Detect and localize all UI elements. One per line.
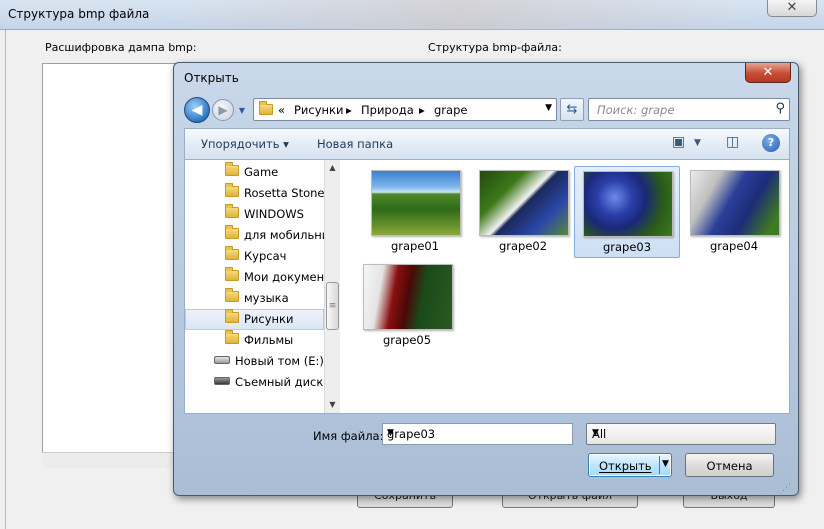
folder-icon xyxy=(225,162,239,176)
tree-item[interactable]: Фильмы xyxy=(185,330,324,351)
file-type-select[interactable]: All ▼ xyxy=(586,423,776,445)
breadcrumb-nature[interactable]: Природа xyxy=(361,103,414,117)
tree-item[interactable]: Rosetta Stone xyxy=(185,183,324,204)
cancel-button-label: Отмена xyxy=(706,459,753,473)
background-close-button[interactable]: ✕ xyxy=(767,0,817,17)
background-title-bar: Структура bmp файла ✕ xyxy=(0,0,824,30)
file-name: grape02 xyxy=(498,239,548,253)
filename-input[interactable]: grape03 ▼ xyxy=(382,423,573,445)
tree-item[interactable]: Мои документ xyxy=(185,267,324,288)
file-item[interactable]: grape04 xyxy=(682,166,788,258)
removable-drive-icon xyxy=(214,377,230,385)
address-dropdown-icon[interactable]: ▼ xyxy=(545,103,552,113)
filename-dropdown-icon[interactable]: ▼ xyxy=(387,428,568,438)
cancel-button[interactable]: Отмена xyxy=(685,453,774,477)
file-item[interactable]: grape02 xyxy=(471,166,577,258)
tree-item[interactable]: Съемный диск ( xyxy=(185,372,324,393)
file-type-dropdown-icon[interactable]: ▼ xyxy=(592,428,770,438)
new-folder-button[interactable]: Новая папка xyxy=(317,137,393,151)
tree-item-selected[interactable]: Рисунки xyxy=(185,309,324,330)
dump-horizontal-scrollbar[interactable] xyxy=(42,452,182,468)
navigation-pane: Game Rosetta Stone WINDOWS для мобильни … xyxy=(185,160,340,413)
image-thumbnail xyxy=(479,170,569,236)
breadcrumb-grape[interactable]: grape xyxy=(434,103,467,117)
file-item[interactable]: grape05 xyxy=(355,260,461,352)
title-bar-reflection xyxy=(160,0,760,30)
open-dropdown-icon[interactable]: ▼ xyxy=(662,459,669,469)
tree-scrollbar[interactable]: ▲ ≡ ▼ xyxy=(324,160,340,413)
help-icon[interactable]: ? xyxy=(762,134,780,152)
split-divider xyxy=(659,456,660,474)
folder-icon xyxy=(225,246,239,260)
file-name: grape04 xyxy=(709,239,759,253)
file-name: grape05 xyxy=(382,333,432,347)
tree-item[interactable]: Курсач xyxy=(185,246,324,267)
folder-icon xyxy=(225,204,239,218)
folder-icon xyxy=(225,330,239,344)
image-thumbnail xyxy=(690,170,780,236)
image-thumbnail xyxy=(583,171,673,237)
scroll-down-icon[interactable]: ▼ xyxy=(325,397,340,413)
scroll-up-icon[interactable]: ▲ xyxy=(325,160,340,176)
file-name: grape01 xyxy=(390,239,440,253)
open-button[interactable]: Открыть ▼ xyxy=(588,453,672,477)
breadcrumb-pictures[interactable]: Рисунки xyxy=(294,103,343,117)
dialog-title: Открыть xyxy=(184,71,239,85)
view-dropdown-icon[interactable]: ▼ xyxy=(694,138,701,148)
structure-label: Структура bmp-файла: xyxy=(428,41,562,54)
command-toolbar: Упорядочить ▾ Новая папка ▣ ▼ ◫ ? xyxy=(184,128,790,159)
search-icon[interactable]: ⚲ xyxy=(775,101,785,116)
folder-icon xyxy=(258,101,274,117)
resize-grip-icon[interactable]: ⋰ xyxy=(782,483,791,493)
view-icon[interactable]: ▣ xyxy=(672,134,685,150)
background-title: Структура bmp файла xyxy=(8,7,150,21)
tree-item[interactable]: Новый том (E:) xyxy=(185,351,324,372)
folder-icon xyxy=(225,225,239,239)
folder-icon xyxy=(225,267,239,281)
tree-item[interactable]: WINDOWS xyxy=(185,204,324,225)
open-file-dialog: Открыть ✕ ◀ ▶ ▼ « Рисунки ▸ Природа ▸ gr… xyxy=(173,62,799,496)
image-thumbnail xyxy=(371,170,461,236)
drive-icon xyxy=(214,356,230,364)
refresh-icon[interactable]: ⇆ xyxy=(560,98,584,121)
image-thumbnail xyxy=(363,264,453,330)
dump-text-panel[interactable] xyxy=(42,63,182,468)
tree-item[interactable]: Game xyxy=(185,162,324,183)
folder-icon xyxy=(225,288,239,302)
scrollbar-thumb[interactable]: ≡ xyxy=(326,282,339,330)
preview-pane-icon[interactable]: ◫ xyxy=(726,134,739,150)
dialog-close-button[interactable]: ✕ xyxy=(745,63,791,83)
back-arrow-icon[interactable]: ◀ xyxy=(184,97,210,123)
file-name: grape03 xyxy=(602,240,652,254)
search-placeholder: Поиск: grape xyxy=(597,103,675,117)
tree-item[interactable]: музыка xyxy=(185,288,324,309)
breadcrumb-sep-icon[interactable]: ▸ xyxy=(346,103,352,117)
breadcrumb-sep-icon[interactable]: ▸ xyxy=(419,103,425,117)
tree-item[interactable]: для мобильни xyxy=(185,225,324,246)
filename-label: Имя файла: xyxy=(313,429,384,443)
file-item-selected[interactable]: grape03 xyxy=(574,166,680,258)
history-dropdown-icon[interactable]: ▼ xyxy=(236,105,248,117)
folder-icon xyxy=(225,183,239,197)
content-area: Game Rosetta Stone WINDOWS для мобильни … xyxy=(184,159,790,414)
folder-icon xyxy=(225,309,239,323)
search-input[interactable]: Поиск: grape ⚲ xyxy=(588,98,790,121)
file-item[interactable]: grape01 xyxy=(363,166,469,258)
organize-button[interactable]: Упорядочить ▾ xyxy=(201,137,289,151)
address-bar[interactable]: « Рисунки ▸ Природа ▸ grape ▼ xyxy=(253,98,557,121)
open-button-label: Открыть xyxy=(599,459,652,473)
breadcrumb-prefix[interactable]: « xyxy=(278,103,285,117)
forward-arrow-icon[interactable]: ▶ xyxy=(212,99,234,121)
dump-label: Расшифровка дампа bmp: xyxy=(45,41,197,54)
